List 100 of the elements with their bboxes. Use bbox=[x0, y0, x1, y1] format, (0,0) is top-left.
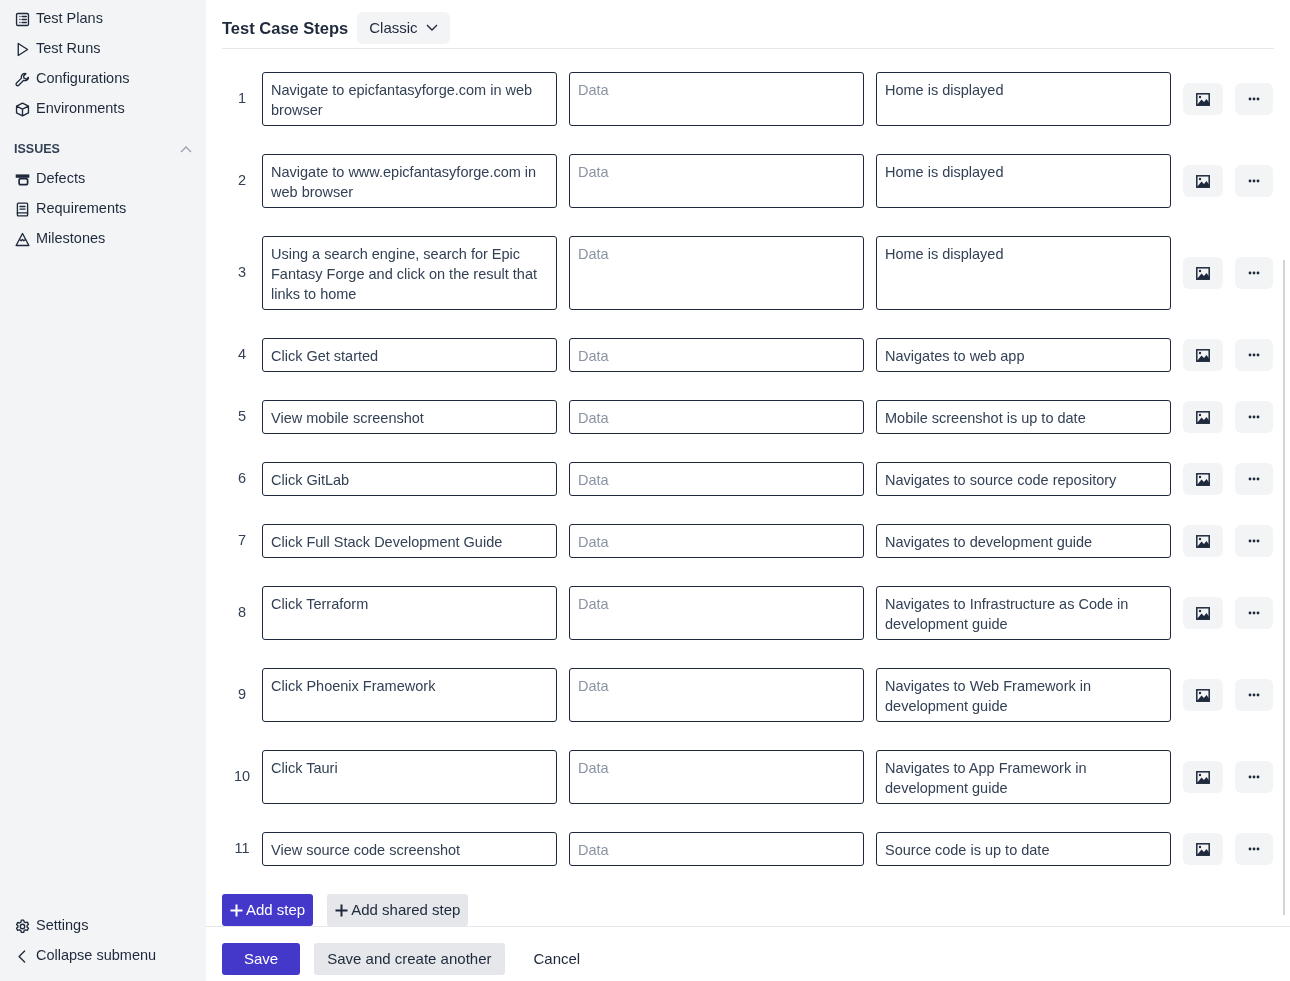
more-button[interactable] bbox=[1235, 761, 1273, 793]
sidebar-item[interactable]: Milestones bbox=[14, 224, 106, 254]
input-field[interactable]: Data bbox=[569, 72, 864, 126]
input-field[interactable]: Data bbox=[569, 524, 864, 558]
image-button[interactable] bbox=[1183, 761, 1223, 793]
input-field[interactable]: Click Get started bbox=[262, 338, 557, 372]
save-and-create-button[interactable]: Save and create another bbox=[314, 943, 505, 975]
input-field[interactable]: Navigates to source code repository bbox=[876, 462, 1171, 496]
image-icon bbox=[1196, 842, 1210, 856]
step-number: 3 bbox=[237, 263, 247, 283]
image-button[interactable] bbox=[1183, 525, 1223, 557]
more-button[interactable] bbox=[1235, 339, 1273, 371]
cancel-button[interactable]: Cancel bbox=[518, 943, 596, 975]
section-heading: ISSUES bbox=[14, 140, 60, 158]
plus-icon bbox=[335, 903, 349, 917]
input-field[interactable]: Home is displayed bbox=[876, 154, 1171, 208]
book-icon bbox=[14, 200, 31, 218]
wrench-icon bbox=[14, 70, 31, 88]
sidebar-item[interactable]: Configurations bbox=[14, 64, 130, 94]
input-field[interactable]: Click Terraform bbox=[262, 586, 557, 640]
input-field[interactable]: Data bbox=[569, 586, 864, 640]
image-button[interactable] bbox=[1183, 401, 1223, 433]
sidebar-item[interactable]: Environments bbox=[14, 94, 125, 124]
input-field[interactable]: Data bbox=[569, 154, 864, 208]
step-number: 11 bbox=[234, 839, 250, 859]
chevron-icon[interactable] bbox=[180, 145, 192, 153]
input-field[interactable]: Click Phoenix Framework bbox=[262, 668, 557, 722]
input-field[interactable]: Navigate to www.epicfantasyforge.com in web browser bbox=[262, 154, 557, 208]
input-field[interactable]: Data bbox=[569, 338, 864, 372]
input-field[interactable]: Navigates to App Framework in development guide bbox=[876, 750, 1171, 804]
image-button[interactable] bbox=[1183, 463, 1223, 495]
input-field[interactable]: Home is displayed bbox=[876, 236, 1171, 310]
more-button[interactable] bbox=[1235, 833, 1273, 865]
input-field[interactable]: Data bbox=[569, 668, 864, 722]
step-number: 10 bbox=[233, 767, 251, 787]
input-field[interactable]: Data bbox=[569, 462, 864, 496]
section-title: Test Case Steps bbox=[222, 17, 349, 39]
input-field[interactable]: Data bbox=[569, 400, 864, 434]
more-button[interactable] bbox=[1235, 525, 1273, 557]
step-number: 5 bbox=[237, 407, 247, 427]
input-field[interactable]: Click Full Stack Development Guide bbox=[262, 524, 557, 558]
input-field[interactable]: Mobile screenshot is up to date bbox=[876, 400, 1171, 434]
table-icon bbox=[14, 10, 31, 28]
input-field[interactable]: Navigates to Web Framework in development guide bbox=[876, 668, 1171, 722]
image-button[interactable] bbox=[1183, 165, 1223, 197]
input-field[interactable]: Navigate to epicfantasyforge.com in web browser bbox=[262, 72, 557, 126]
image-icon bbox=[1196, 348, 1210, 362]
step-number: 4 bbox=[237, 345, 247, 365]
scrollbar[interactable] bbox=[1283, 260, 1285, 915]
input-field[interactable]: Using a search engine, search for Epic Fantasy Forge and click on the result that links to home bbox=[262, 236, 557, 310]
sidebar-item[interactable]: Requirements bbox=[14, 194, 127, 224]
more-button[interactable] bbox=[1235, 597, 1273, 629]
more-button[interactable] bbox=[1235, 165, 1273, 197]
more-icon bbox=[1248, 477, 1260, 481]
input-field[interactable]: Navigates to Infrastructure as Code in development guide bbox=[876, 586, 1171, 640]
sidebar-item[interactable]: Test Plans bbox=[14, 4, 103, 34]
view-select[interactable]: Classic bbox=[357, 12, 450, 44]
sidebar-item[interactable]: Defects bbox=[14, 164, 86, 194]
more-icon bbox=[1248, 271, 1260, 275]
more-icon bbox=[1248, 415, 1260, 419]
more-icon bbox=[1248, 693, 1260, 697]
add-step-button[interactable]: Add step bbox=[222, 894, 314, 926]
input-field[interactable]: Click GitLab bbox=[262, 462, 557, 496]
more-icon bbox=[1248, 97, 1260, 101]
image-icon bbox=[1196, 688, 1210, 702]
image-icon bbox=[1196, 606, 1210, 620]
more-button[interactable] bbox=[1235, 257, 1273, 289]
input-field[interactable]: Home is displayed bbox=[876, 72, 1171, 126]
input-field[interactable]: Data bbox=[569, 750, 864, 804]
input-field[interactable]: View mobile screenshot bbox=[262, 400, 557, 434]
plus-icon bbox=[230, 903, 243, 917]
step-number: 6 bbox=[237, 469, 247, 489]
step-number: 1 bbox=[237, 89, 247, 109]
input-field[interactable]: Navigates to web app bbox=[876, 338, 1171, 372]
more-button[interactable] bbox=[1235, 463, 1273, 495]
input-field[interactable]: View source code screenshot bbox=[262, 832, 557, 866]
image-icon bbox=[1196, 770, 1210, 784]
image-button[interactable] bbox=[1183, 597, 1223, 629]
add-shared-step-button[interactable]: Add shared step bbox=[327, 894, 469, 926]
image-button[interactable] bbox=[1183, 257, 1223, 289]
input-field[interactable]: Source code is up to date bbox=[876, 832, 1171, 866]
more-icon bbox=[1248, 775, 1260, 779]
image-button[interactable] bbox=[1183, 339, 1223, 371]
input-field[interactable]: Navigates to development guide bbox=[876, 524, 1171, 558]
image-button[interactable] bbox=[1183, 83, 1223, 115]
image-button[interactable] bbox=[1183, 833, 1223, 865]
save-button[interactable]: Save bbox=[222, 943, 301, 975]
more-button[interactable] bbox=[1235, 83, 1273, 115]
sidebar-item[interactable]: Collapse submenu bbox=[14, 941, 157, 971]
sidebar-item[interactable]: Settings bbox=[14, 911, 89, 941]
input-field[interactable]: Data bbox=[569, 832, 864, 866]
image-button[interactable] bbox=[1183, 679, 1223, 711]
image-icon bbox=[1196, 174, 1210, 188]
input-field[interactable]: Click Tauri bbox=[262, 750, 557, 804]
input-field[interactable]: Data bbox=[569, 236, 864, 310]
more-button[interactable] bbox=[1235, 401, 1273, 433]
step-number: 2 bbox=[237, 171, 247, 191]
more-button[interactable] bbox=[1235, 679, 1273, 711]
more-icon bbox=[1248, 179, 1260, 183]
sidebar-item[interactable]: Test Runs bbox=[14, 34, 101, 64]
